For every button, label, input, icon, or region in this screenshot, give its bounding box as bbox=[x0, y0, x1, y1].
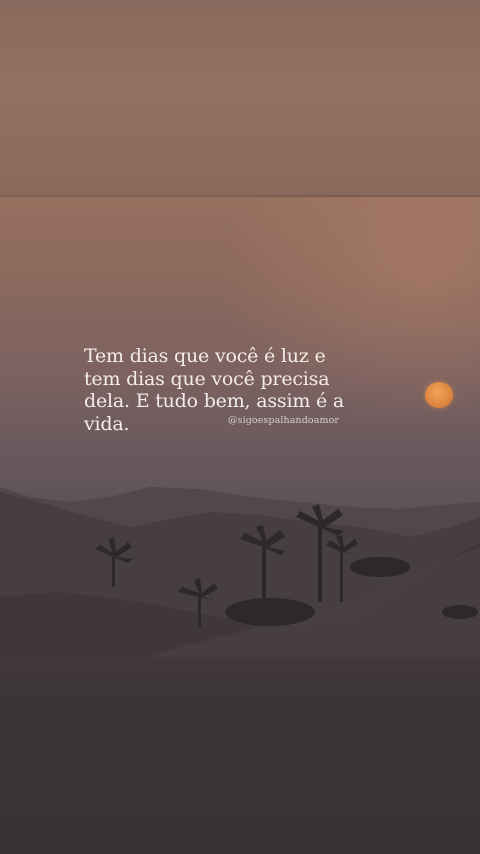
blurred-bottom-band bbox=[0, 657, 480, 854]
quote-line: dela. E tudo bem, assim é a bbox=[84, 390, 344, 412]
blurred-top-band bbox=[0, 0, 480, 197]
author-handle: @sigoespalhandoamor bbox=[228, 415, 340, 426]
shrub bbox=[225, 598, 315, 626]
bottom-haze bbox=[0, 657, 480, 717]
quote-line: tem dias que você precisa bbox=[84, 367, 330, 390]
quote-line: vida. bbox=[84, 412, 130, 435]
quote-line: Tem dias que você é luz e bbox=[84, 345, 326, 367]
shrub bbox=[442, 605, 478, 619]
sun bbox=[425, 382, 453, 408]
story-canvas: Tem dias que você é luz e tem dias que v… bbox=[0, 0, 480, 854]
shrub bbox=[350, 557, 410, 577]
